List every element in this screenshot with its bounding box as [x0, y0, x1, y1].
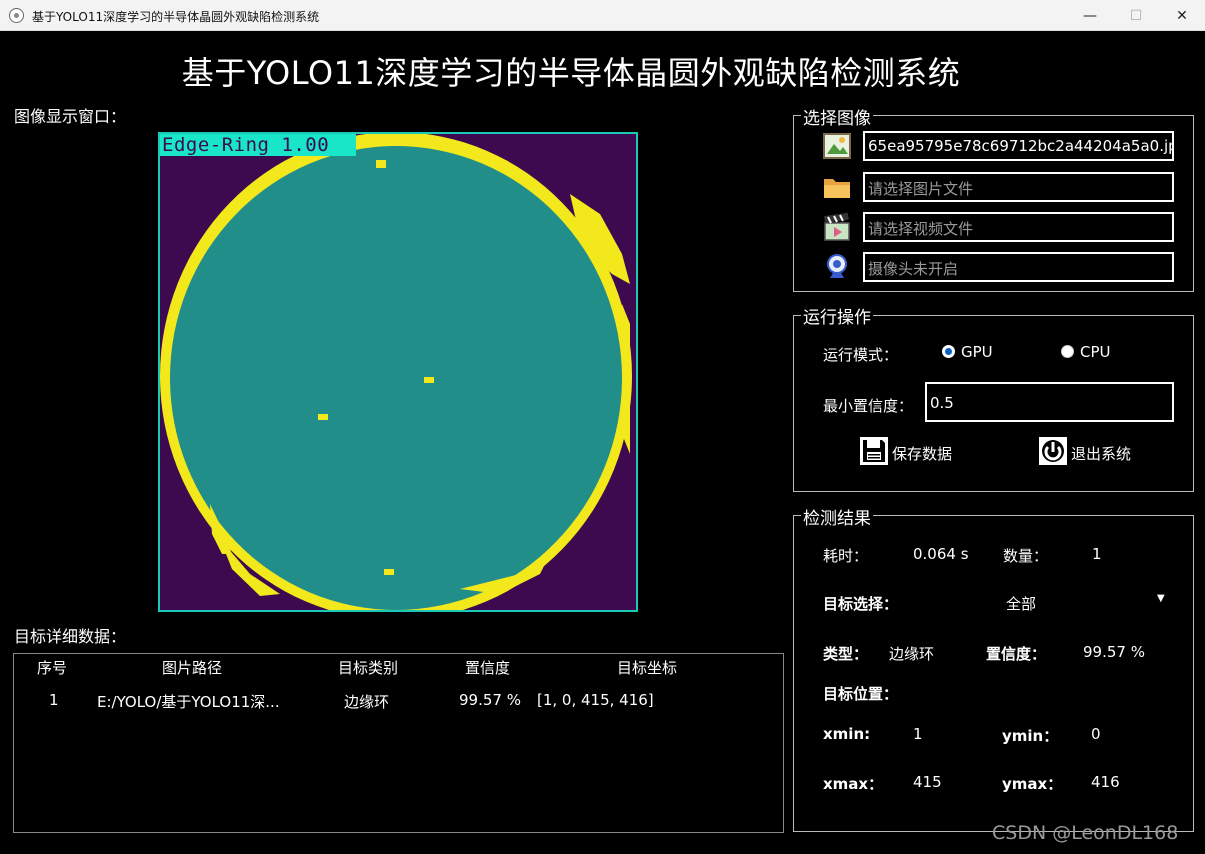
min-confidence-label: 最小置信度： [823, 397, 914, 415]
video-clapper-icon[interactable] [822, 212, 852, 242]
position-label: 目标位置： [823, 685, 899, 703]
image-display: Edge-Ring 1.00 [158, 132, 638, 612]
table-label: 目标详细数据： [14, 627, 127, 646]
type-value: 边缘环 [889, 645, 935, 663]
folder-icon[interactable] [822, 172, 852, 202]
app-icon [9, 8, 24, 23]
minimize-button[interactable]: — [1067, 0, 1113, 31]
wafer-body [170, 146, 622, 610]
save-data-button[interactable]: 保存数据 [892, 443, 952, 464]
cpu-radio[interactable] [1061, 345, 1074, 358]
save-icon[interactable] [859, 436, 889, 466]
time-label: 耗时： [823, 547, 869, 565]
xmax-label: xmax： [823, 775, 884, 793]
xmax-value: 415 [913, 773, 942, 791]
window-title-bar: 基于YOLO11深度学习的半导体晶圆外观缺陷检测系统 — ☐ ✕ [0, 0, 1205, 31]
run-mode-label: 运行模式： [823, 346, 899, 364]
confidence-value: 99.57 % [1083, 643, 1145, 661]
ymax-value: 416 [1091, 773, 1120, 791]
video-file-field[interactable]: 请选择视频文件 [863, 212, 1174, 242]
table-header-class[interactable]: 目标类别 [338, 657, 398, 678]
webcam-icon[interactable] [822, 252, 852, 282]
type-label: 类型： [823, 645, 869, 663]
detail-table[interactable] [13, 653, 784, 833]
chevron-down-icon[interactable]: ▼ [1157, 593, 1165, 604]
run-group-title: 运行操作 [801, 303, 873, 328]
table-cell-index[interactable]: 1 [49, 691, 59, 709]
exit-system-button[interactable]: 退出系统 [1071, 443, 1131, 464]
count-value: 1 [1092, 545, 1102, 563]
camera-status-field[interactable]: 摄像头未开启 [863, 252, 1174, 282]
table-header-index[interactable]: 序号 [37, 657, 67, 678]
app-title: 基于YOLO11深度学习的半导体晶圆外观缺陷检测系统 [181, 54, 961, 92]
min-confidence-input[interactable]: 0.5 [925, 382, 1174, 422]
wafer-map-image [160, 134, 632, 610]
gpu-radio-label[interactable]: GPU [961, 343, 993, 361]
time-value: 0.064 s [913, 545, 969, 563]
table-header-confidence[interactable]: 置信度 [465, 657, 510, 678]
close-button[interactable]: ✕ [1159, 0, 1205, 31]
ymax-label: ymax： [1002, 775, 1063, 793]
maximize-button[interactable]: ☐ [1113, 0, 1159, 31]
select-image-group-title: 选择图像 [801, 104, 873, 129]
image-folder-field[interactable]: 请选择图片文件 [863, 172, 1174, 202]
xmin-label: xmin: [823, 725, 871, 743]
table-cell-confidence[interactable]: 99.57 % [459, 691, 521, 709]
image-path-field[interactable]: 65ea95795e78c69712bc2a44204a5a0.jpg [863, 131, 1174, 161]
ymin-label: ymin： [1002, 727, 1059, 745]
table-cell-path[interactable]: E:/YOLO/基于YOLO11深... [97, 691, 280, 712]
count-label: 数量： [1003, 547, 1049, 565]
xmin-value: 1 [913, 725, 923, 743]
gpu-radio[interactable] [942, 345, 955, 358]
window-title: 基于YOLO11深度学习的半导体晶圆外观缺陷检测系统 [32, 10, 320, 24]
image-panel-label: 图像显示窗口： [14, 107, 127, 126]
ymin-value: 0 [1091, 725, 1101, 743]
target-select-label: 目标选择： [823, 595, 899, 613]
image-file-icon[interactable] [822, 131, 852, 161]
table-header-path[interactable]: 图片路径 [162, 657, 222, 678]
table-cell-class[interactable]: 边缘环 [344, 691, 389, 712]
detection-label: Edge-Ring 1.00 [160, 134, 356, 156]
confidence-label: 置信度： [986, 645, 1047, 663]
table-cell-coords[interactable]: [1, 0, 415, 416] [537, 691, 654, 709]
table-header-coords[interactable]: 目标坐标 [617, 657, 677, 678]
target-select-dropdown[interactable]: 全部 [1006, 593, 1036, 614]
cpu-radio-label[interactable]: CPU [1080, 343, 1111, 361]
result-group-title: 检测结果 [801, 504, 873, 529]
watermark: CSDN @LeonDL168 [992, 822, 1179, 844]
power-icon[interactable] [1038, 436, 1068, 466]
